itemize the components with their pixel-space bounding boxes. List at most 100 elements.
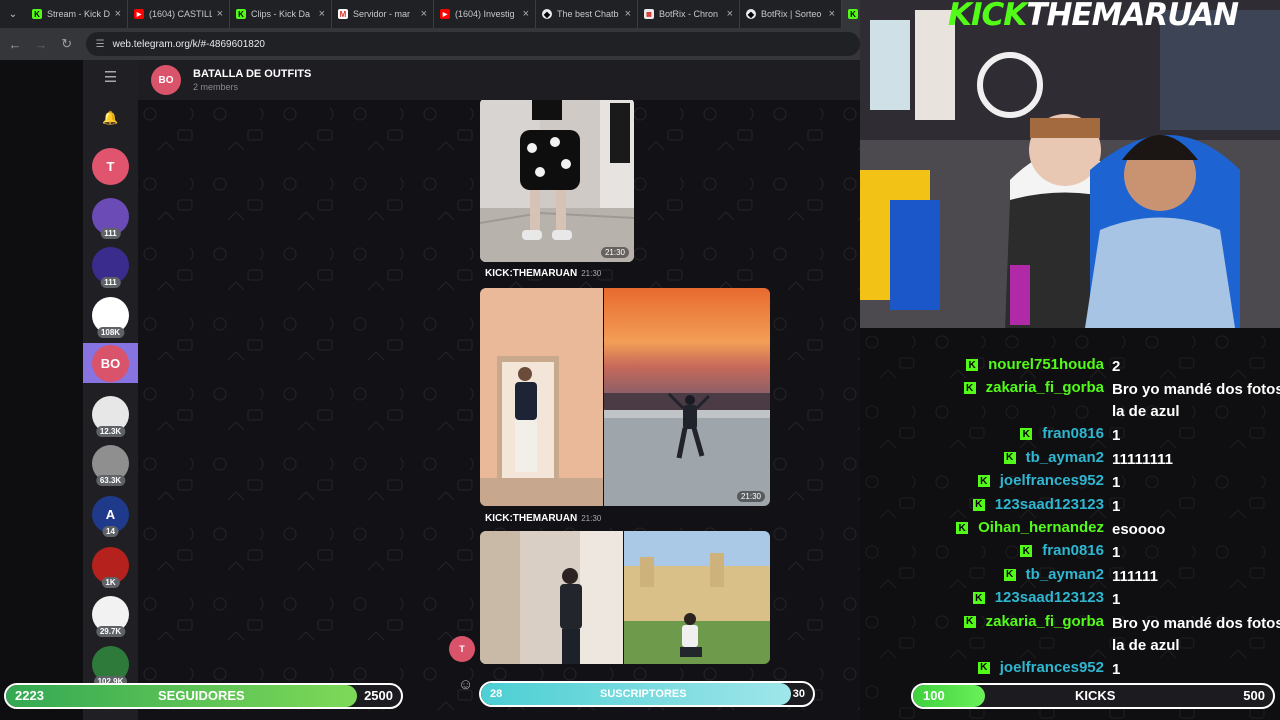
kick-badge-icon: K: [977, 475, 990, 488]
message-list: 21:30 KICK:THEMARUAN 21:30 21:30 KICK:TH…: [138, 100, 860, 720]
back-arrow-icon[interactable]: ←: [8, 37, 22, 52]
followers-target: 2500: [364, 688, 393, 703]
tab-close-icon[interactable]: ×: [319, 8, 325, 20]
chat-username-cell: Ktb_ayman2: [868, 566, 1104, 583]
chat-message: K 123saad123123 1: [860, 496, 1280, 518]
chat-message-text: 1: [1112, 660, 1121, 678]
subscribers-target: 30: [792, 688, 805, 700]
chat-username-cell: Kzakaria_fi_gorba: [868, 379, 1104, 396]
chat-username-cell: K 123saad123123: [868, 589, 1104, 606]
chat-message: Ktb_ayman2 11111111: [860, 449, 1280, 471]
chat-list-item[interactable]: 1K: [92, 547, 129, 588]
sender-name: KICK:THEMARUAN: [485, 513, 578, 524]
message-author-avatar[interactable]: T: [449, 636, 475, 662]
message-sender: KICK:THEMARUAN 21:30: [485, 513, 601, 524]
chat-list-item[interactable]: 29.7K: [92, 596, 129, 637]
chat-list-item[interactable]: 108K: [92, 297, 129, 338]
kick-badge-icon: K: [972, 498, 985, 511]
tab-close-icon[interactable]: ×: [829, 8, 835, 20]
tab-close-icon[interactable]: ×: [727, 8, 733, 20]
screen: ⌄ K Stream - Kick D × ▶ (1604) CASTILL × K Clip…: [0, 0, 1280, 720]
sender-name: KICK:THEMARUAN: [485, 268, 578, 279]
chat-list-item[interactable]: A 14: [92, 496, 129, 537]
browser-toolbar: ← → ↻ ☰ web.telegram.org/k/#-4869601820: [0, 28, 860, 60]
tab-close-icon[interactable]: ×: [217, 8, 223, 20]
tab-close-icon[interactable]: ×: [421, 8, 427, 20]
tab-title: BotRix | Sorteo: [761, 9, 822, 19]
telegram-app: ☰ 🔔 T 111 111 108K BO 12.3K 63.3K A 14 1K 29.7K 102…: [0, 60, 860, 720]
followers-goal-bar: 2223 SEGUIDORES 2500: [4, 683, 403, 709]
chat-message-text: 1: [1112, 591, 1121, 609]
chat-list-item[interactable]: T: [92, 148, 129, 185]
chat-username-cell: Kzakaria_fi_gorba: [868, 613, 1104, 630]
photo-outfit-3[interactable]: [480, 531, 770, 664]
group-avatar[interactable]: BO: [151, 65, 181, 95]
browser-tab-7[interactable]: ▦ BotRix - Chron ×: [638, 0, 740, 28]
chat-message: Kzakaria_fi_gorba Bro yo mandé dos fotos …: [860, 379, 1280, 423]
browser-tab-3[interactable]: K Clips - Kick Da ×: [230, 0, 332, 28]
site-info-icon[interactable]: ☰: [96, 39, 105, 50]
browser-tab-6[interactable]: ◆ The best Chatb ×: [536, 0, 638, 28]
gmail-favicon-icon: M: [338, 9, 348, 19]
browser-tab-2[interactable]: ▶ (1604) CASTILL ×: [128, 0, 230, 28]
chat-username-wrap: Kjoelfrances952: [860, 472, 1104, 494]
notification-bell-icon[interactable]: 🔔: [83, 110, 138, 126]
chat-list-item[interactable]: 102.9K: [92, 646, 129, 687]
kick-favicon-icon: K: [236, 9, 246, 19]
youtube-favicon-icon: ▶: [134, 9, 144, 19]
unread-count-badge: 14: [102, 526, 119, 537]
chat-message-text: 11111111: [1112, 450, 1173, 468]
chat-list-item[interactable]: 111: [92, 198, 129, 239]
sender-time: 21:30: [581, 269, 602, 278]
stream-brand-logo: KICKTHEMARUAN: [948, 0, 1239, 31]
chat-username: joelfrances952: [999, 472, 1104, 490]
photo-outfit-2[interactable]: 21:30: [480, 288, 770, 506]
url-text: web.telegram.org/k/#-4869601820: [112, 38, 265, 50]
photo-outfit-1[interactable]: 21:30: [480, 100, 634, 262]
chat-list-item[interactable]: 63.3K: [92, 445, 129, 486]
chat-message-text: 1: [1112, 544, 1121, 562]
browser-tab-8[interactable]: ◆ BotRix | Sorteo ×: [740, 0, 842, 28]
chat-username: fran0816: [1042, 542, 1104, 560]
empty-left-pane: [0, 60, 83, 720]
chat-list-item[interactable]: BO: [83, 343, 138, 383]
chat-message: Kzakaria_fi_gorba Bro yo mandé dos fotos …: [860, 613, 1280, 657]
chat-message: Kjoelfrances952 1: [860, 659, 1280, 681]
browser-tab-4[interactable]: M Servidor - mar ×: [332, 0, 434, 28]
chat-list-item[interactable]: 111: [92, 247, 129, 288]
message-sender: KICK:THEMARUAN 21:30: [485, 268, 601, 279]
chat-message: K Oihan_hernandez esoooo: [860, 519, 1280, 541]
tab-close-icon[interactable]: ×: [523, 8, 529, 20]
chat-message-text: Bro yo mandé dos fotos la de azul: [1112, 381, 1280, 421]
forward-arrow-icon[interactable]: →: [34, 37, 48, 52]
reload-icon[interactable]: ↻: [60, 36, 74, 52]
outfit-photo-image: [480, 100, 634, 262]
chat-header[interactable]: BO BATALLA DE OUTFITS 2 members: [138, 60, 860, 100]
chat-list-item[interactable]: 12.3K: [92, 396, 129, 437]
followers-label: SEGUIDORES: [158, 688, 245, 703]
kick-badge-icon: K: [972, 592, 985, 605]
chat-message: Knourel751houda 2: [860, 356, 1280, 378]
webcam-image: [860, 0, 1280, 328]
kick-badge-icon: K: [1003, 451, 1016, 464]
emoji-smile-icon[interactable]: ☺: [458, 676, 473, 693]
chat-username-wrap: Kzakaria_fi_gorba: [860, 613, 1104, 635]
outfit-photo-image: [480, 531, 770, 664]
tab-close-icon[interactable]: ×: [625, 8, 631, 20]
address-bar[interactable]: ☰ web.telegram.org/k/#-4869601820: [85, 32, 860, 56]
chat-message-text: 111111: [1112, 567, 1158, 585]
chat-username-wrap: Knourel751houda: [860, 356, 1104, 378]
chat-username-wrap: K Oihan_hernandez: [860, 519, 1104, 541]
chat-message-text: 1: [1112, 497, 1121, 515]
tab-title: The best Chatb: [557, 9, 619, 19]
chat-username-wrap: Ktb_ayman2: [860, 449, 1104, 471]
tab-search-chevron-icon[interactable]: ⌄: [0, 0, 26, 28]
browser-tab-1[interactable]: K Stream - Kick D ×: [26, 0, 128, 28]
chat-username-cell: K Oihan_hernandez: [868, 519, 1104, 536]
chat-username-cell: Kjoelfrances952: [868, 472, 1104, 489]
menu-hamburger-icon[interactable]: ☰: [83, 68, 138, 92]
browser-tab-5[interactable]: ▶ (1604) Investig ×: [434, 0, 536, 28]
chat-avatar-initials: A: [105, 507, 116, 522]
tab-close-icon[interactable]: ×: [115, 8, 121, 20]
kick-badge-icon: K: [1020, 545, 1033, 558]
